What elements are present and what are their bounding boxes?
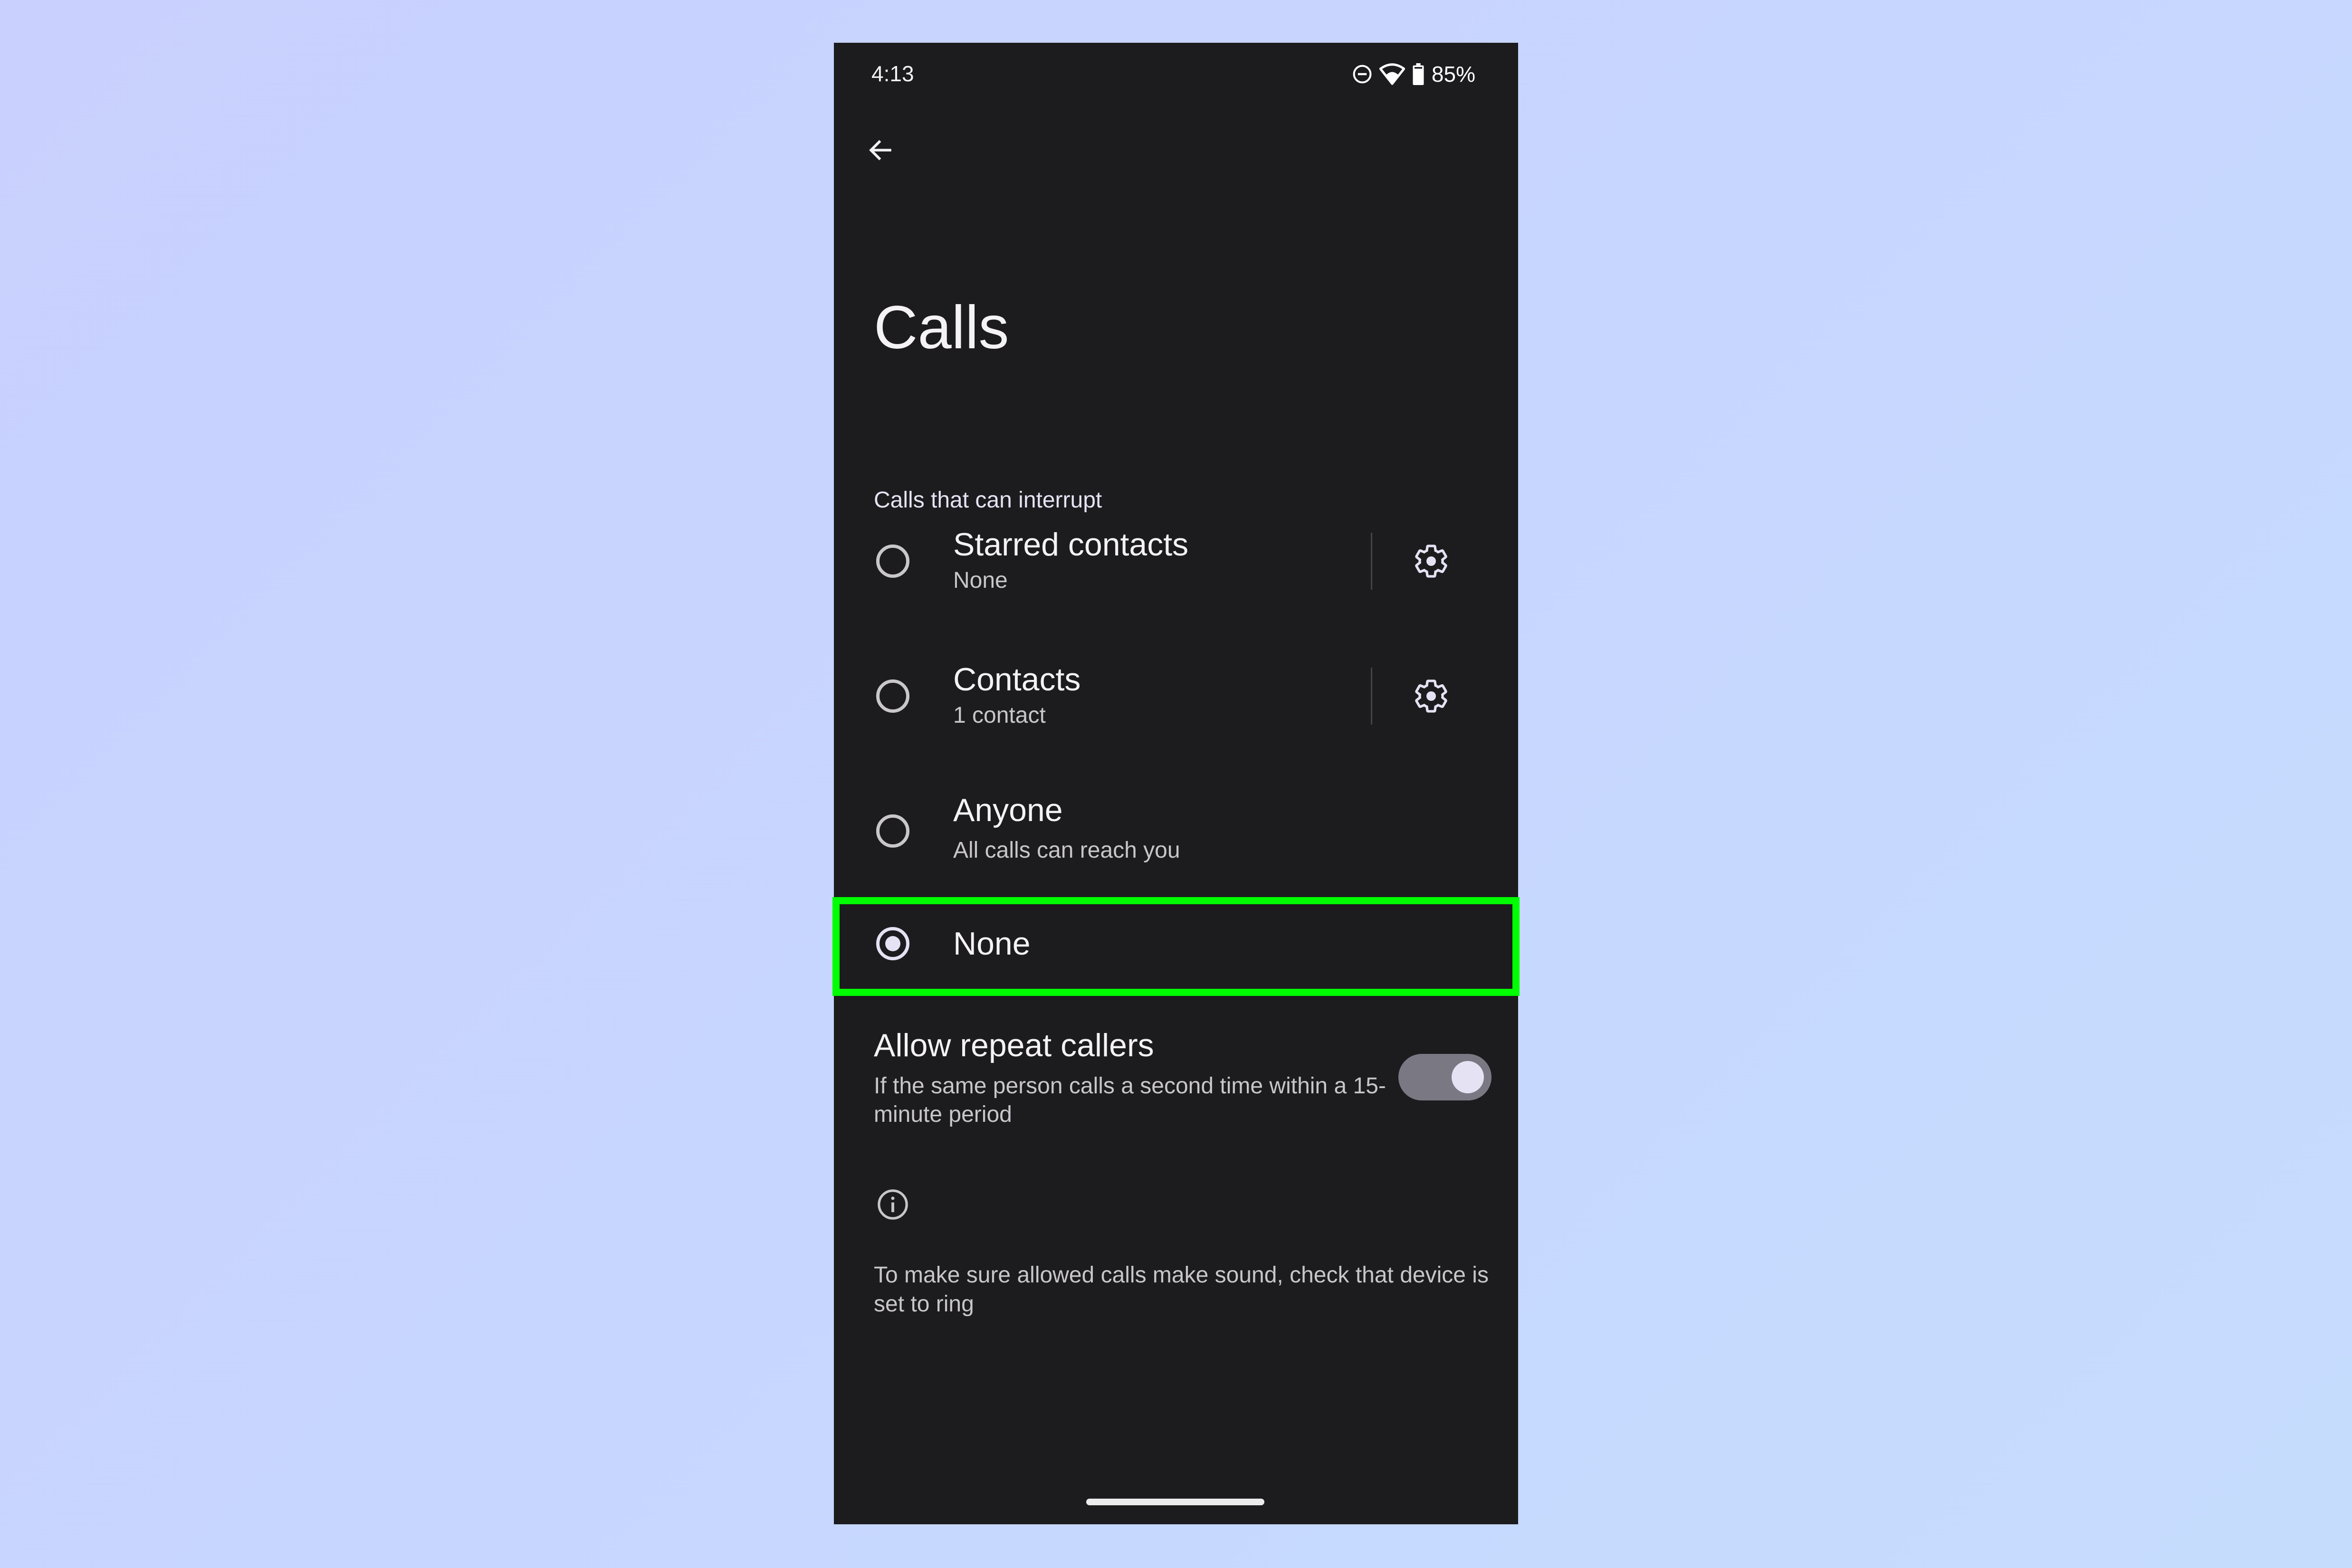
info-note: To make sure allowed calls make sound, c… — [874, 1262, 1489, 1317]
status-icons: 85% — [1352, 61, 1475, 87]
option-title: Contacts — [953, 661, 1081, 698]
arrow-left-icon — [869, 140, 891, 161]
toggle-thumb — [1452, 1061, 1484, 1093]
status-time: 4:13 — [871, 61, 914, 86]
radio-button[interactable] — [876, 814, 909, 848]
radio-button[interactable] — [876, 545, 909, 578]
option-title: Anyone — [953, 792, 1063, 828]
radio-button-selected[interactable] — [876, 927, 909, 960]
repeat-callers-title: Allow repeat callers — [874, 1027, 1154, 1063]
divider — [1371, 668, 1372, 725]
do-not-disturb-icon — [1353, 65, 1372, 84]
option-starred-contacts[interactable]: Starred contacts None — [834, 523, 1518, 637]
option-title: None — [953, 926, 1031, 962]
repeat-callers-description: If the same person calls a second time w… — [874, 1073, 1386, 1127]
repeat-callers-toggle[interactable] — [1398, 1054, 1492, 1100]
divider — [1371, 533, 1372, 590]
back-button[interactable] — [861, 131, 899, 169]
option-subtitle: 1 contact — [953, 703, 1046, 728]
gesture-handle[interactable] — [1086, 1499, 1264, 1505]
option-none[interactable]: None — [834, 903, 1518, 993]
option-subtitle: All calls can reach you — [953, 838, 1180, 863]
option-anyone[interactable]: Anyone All calls can reach you — [834, 792, 1518, 907]
radio-button[interactable] — [876, 679, 909, 713]
info-icon — [878, 1189, 908, 1220]
battery-icon — [1413, 63, 1424, 85]
battery-percent: 85% — [1431, 62, 1475, 86]
gear-icon[interactable] — [1412, 542, 1450, 580]
option-title: Starred contacts — [953, 526, 1189, 563]
section-header: Calls that can interrupt — [874, 488, 1102, 513]
phone-screen: 4:13 85% Calls Calls that can interrupt … — [832, 43, 1520, 1524]
page-title: Calls — [874, 294, 1009, 362]
wifi-icon — [1379, 63, 1405, 85]
gear-icon[interactable] — [1412, 677, 1450, 715]
option-subtitle: None — [953, 568, 1008, 593]
option-contacts[interactable]: Contacts 1 contact — [834, 658, 1518, 772]
